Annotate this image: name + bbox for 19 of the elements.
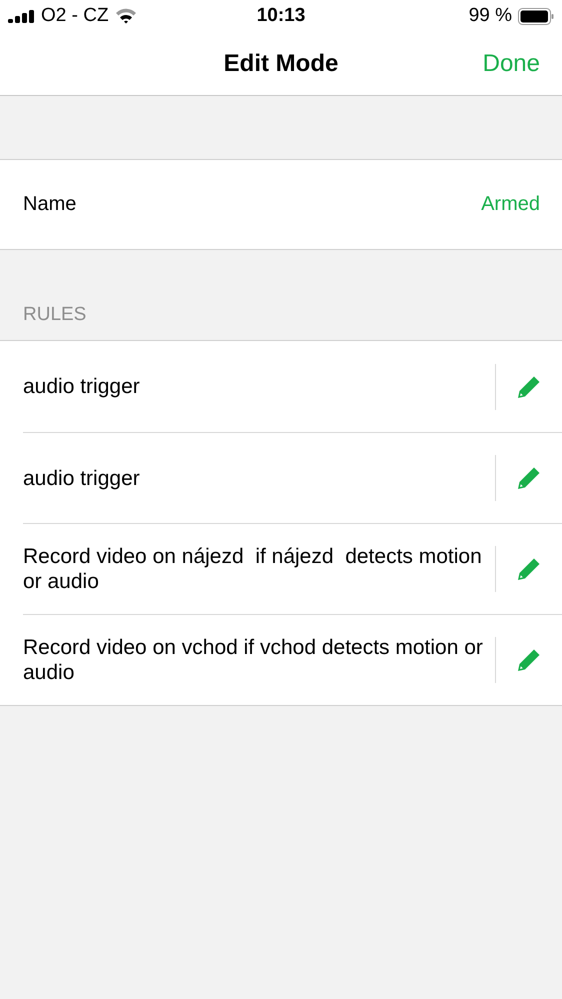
pencil-icon <box>516 556 542 582</box>
battery-percentage: 99 % <box>468 5 512 27</box>
rule-text: Record video on vchod if vchod detects motion or audio <box>23 635 484 685</box>
rule-text: audio trigger <box>23 466 141 490</box>
name-label: Name <box>23 193 76 216</box>
pencil-icon <box>516 374 542 400</box>
screen-title: Edit Mode <box>224 50 338 78</box>
rule-text: audio trigger <box>23 374 141 399</box>
pencil-icon <box>516 647 542 673</box>
signal-icon <box>8 9 35 23</box>
name-value: Armed <box>481 193 540 216</box>
section-header: RULES <box>23 304 86 326</box>
rule-text: Record video on nájezd if nájezd detects motion or audio <box>23 544 483 594</box>
carrier-name: O2 - CZ <box>41 5 109 27</box>
name-row[interactable]: Name Armed <box>0 160 562 250</box>
wifi-icon <box>114 8 137 24</box>
status-time: 10:13 <box>256 5 306 27</box>
battery-icon <box>518 8 554 24</box>
pencil-icon <box>516 465 542 491</box>
